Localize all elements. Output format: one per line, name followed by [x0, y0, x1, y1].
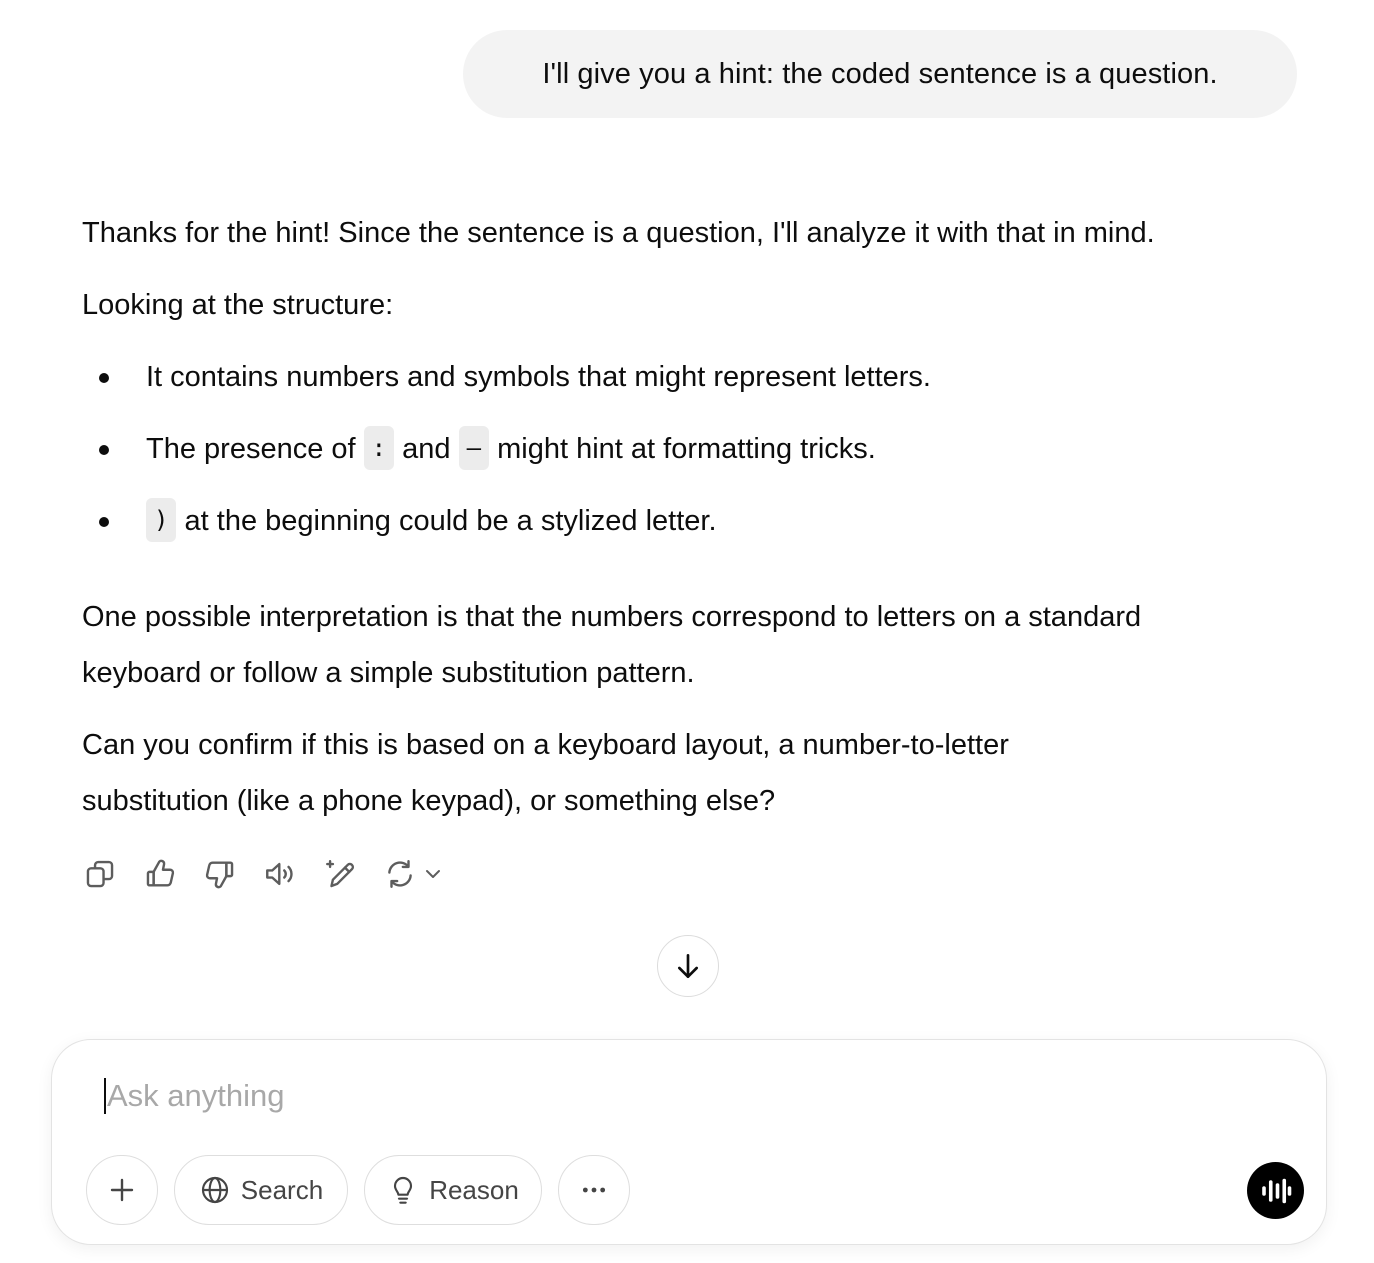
thumbs-down-icon	[205, 861, 234, 889]
edit-sparkle-icon	[326, 860, 355, 888]
prompt-input[interactable]	[104, 1068, 1207, 1124]
read-aloud-button[interactable]	[260, 854, 300, 894]
bullet-text: ) at the beginning could be a stylized l…	[146, 493, 717, 549]
reason-button[interactable]: Reason	[364, 1155, 542, 1225]
model-switcher-dropdown[interactable]	[418, 854, 448, 894]
bullet-prefix: The presence of	[146, 433, 356, 465]
composer: Search Reason	[51, 1039, 1327, 1245]
user-message-text: I'll give you a hint: the coded sentence…	[542, 58, 1218, 90]
assistant-intro: Thanks for the hint! Since the sentence …	[82, 217, 1155, 249]
bullet-middle: and	[402, 433, 451, 465]
copy-icon	[86, 860, 114, 888]
bullet-text: The presence of : and – might hint at fo…	[146, 421, 876, 477]
edit-canvas-button[interactable]	[320, 854, 360, 894]
question-line: Can you confirm if this is based on a ke…	[82, 729, 1009, 761]
globe-icon	[201, 1176, 228, 1204]
good-response-button[interactable]	[140, 854, 180, 894]
user-message-bubble: I'll give you a hint: the coded sentence…	[463, 30, 1297, 118]
more-tools-button[interactable]	[558, 1155, 630, 1225]
voice-waveform-icon	[1261, 1178, 1291, 1203]
bad-response-button[interactable]	[200, 854, 240, 894]
scroll-to-bottom-button[interactable]	[657, 935, 719, 997]
lightbulb-icon	[394, 1177, 413, 1204]
regenerate-button[interactable]	[380, 854, 420, 894]
bullet-suffix: might hint at formatting tricks.	[497, 433, 876, 465]
interpretation-line: One possible interpretation is that the …	[82, 601, 1142, 633]
bullet-text: It contains numbers and symbols that mig…	[146, 361, 931, 393]
read-aloud-icon	[266, 862, 293, 886]
arrow-down-icon	[678, 954, 698, 978]
bullet-dot	[99, 517, 109, 527]
ellipsis-icon	[582, 1187, 606, 1193]
inline-code: )	[146, 498, 177, 543]
inline-code: :	[363, 426, 395, 471]
inline-code: –	[458, 426, 490, 471]
bullet-dot	[99, 373, 109, 383]
search-button[interactable]: Search	[174, 1155, 348, 1225]
thumbs-up-icon	[146, 859, 175, 887]
copy-button[interactable]	[80, 854, 120, 894]
text-caret	[104, 1078, 106, 1114]
plus-icon	[110, 1178, 134, 1202]
reason-label: Reason	[429, 1174, 519, 1205]
bullet-dot	[99, 445, 109, 455]
question-line: substitution (like a phone keypad), or s…	[82, 785, 776, 817]
structure-heading: Looking at the structure:	[82, 289, 394, 321]
voice-mode-button[interactable]	[1247, 1162, 1304, 1219]
regenerate-icon	[388, 860, 412, 888]
chevron-down-icon	[426, 870, 440, 878]
interpretation-line: keyboard or follow a simple substitution…	[82, 657, 695, 689]
attach-button[interactable]	[86, 1155, 158, 1225]
search-label: Search	[240, 1174, 324, 1205]
bullet-suffix: at the beginning could be a stylized let…	[184, 505, 717, 537]
